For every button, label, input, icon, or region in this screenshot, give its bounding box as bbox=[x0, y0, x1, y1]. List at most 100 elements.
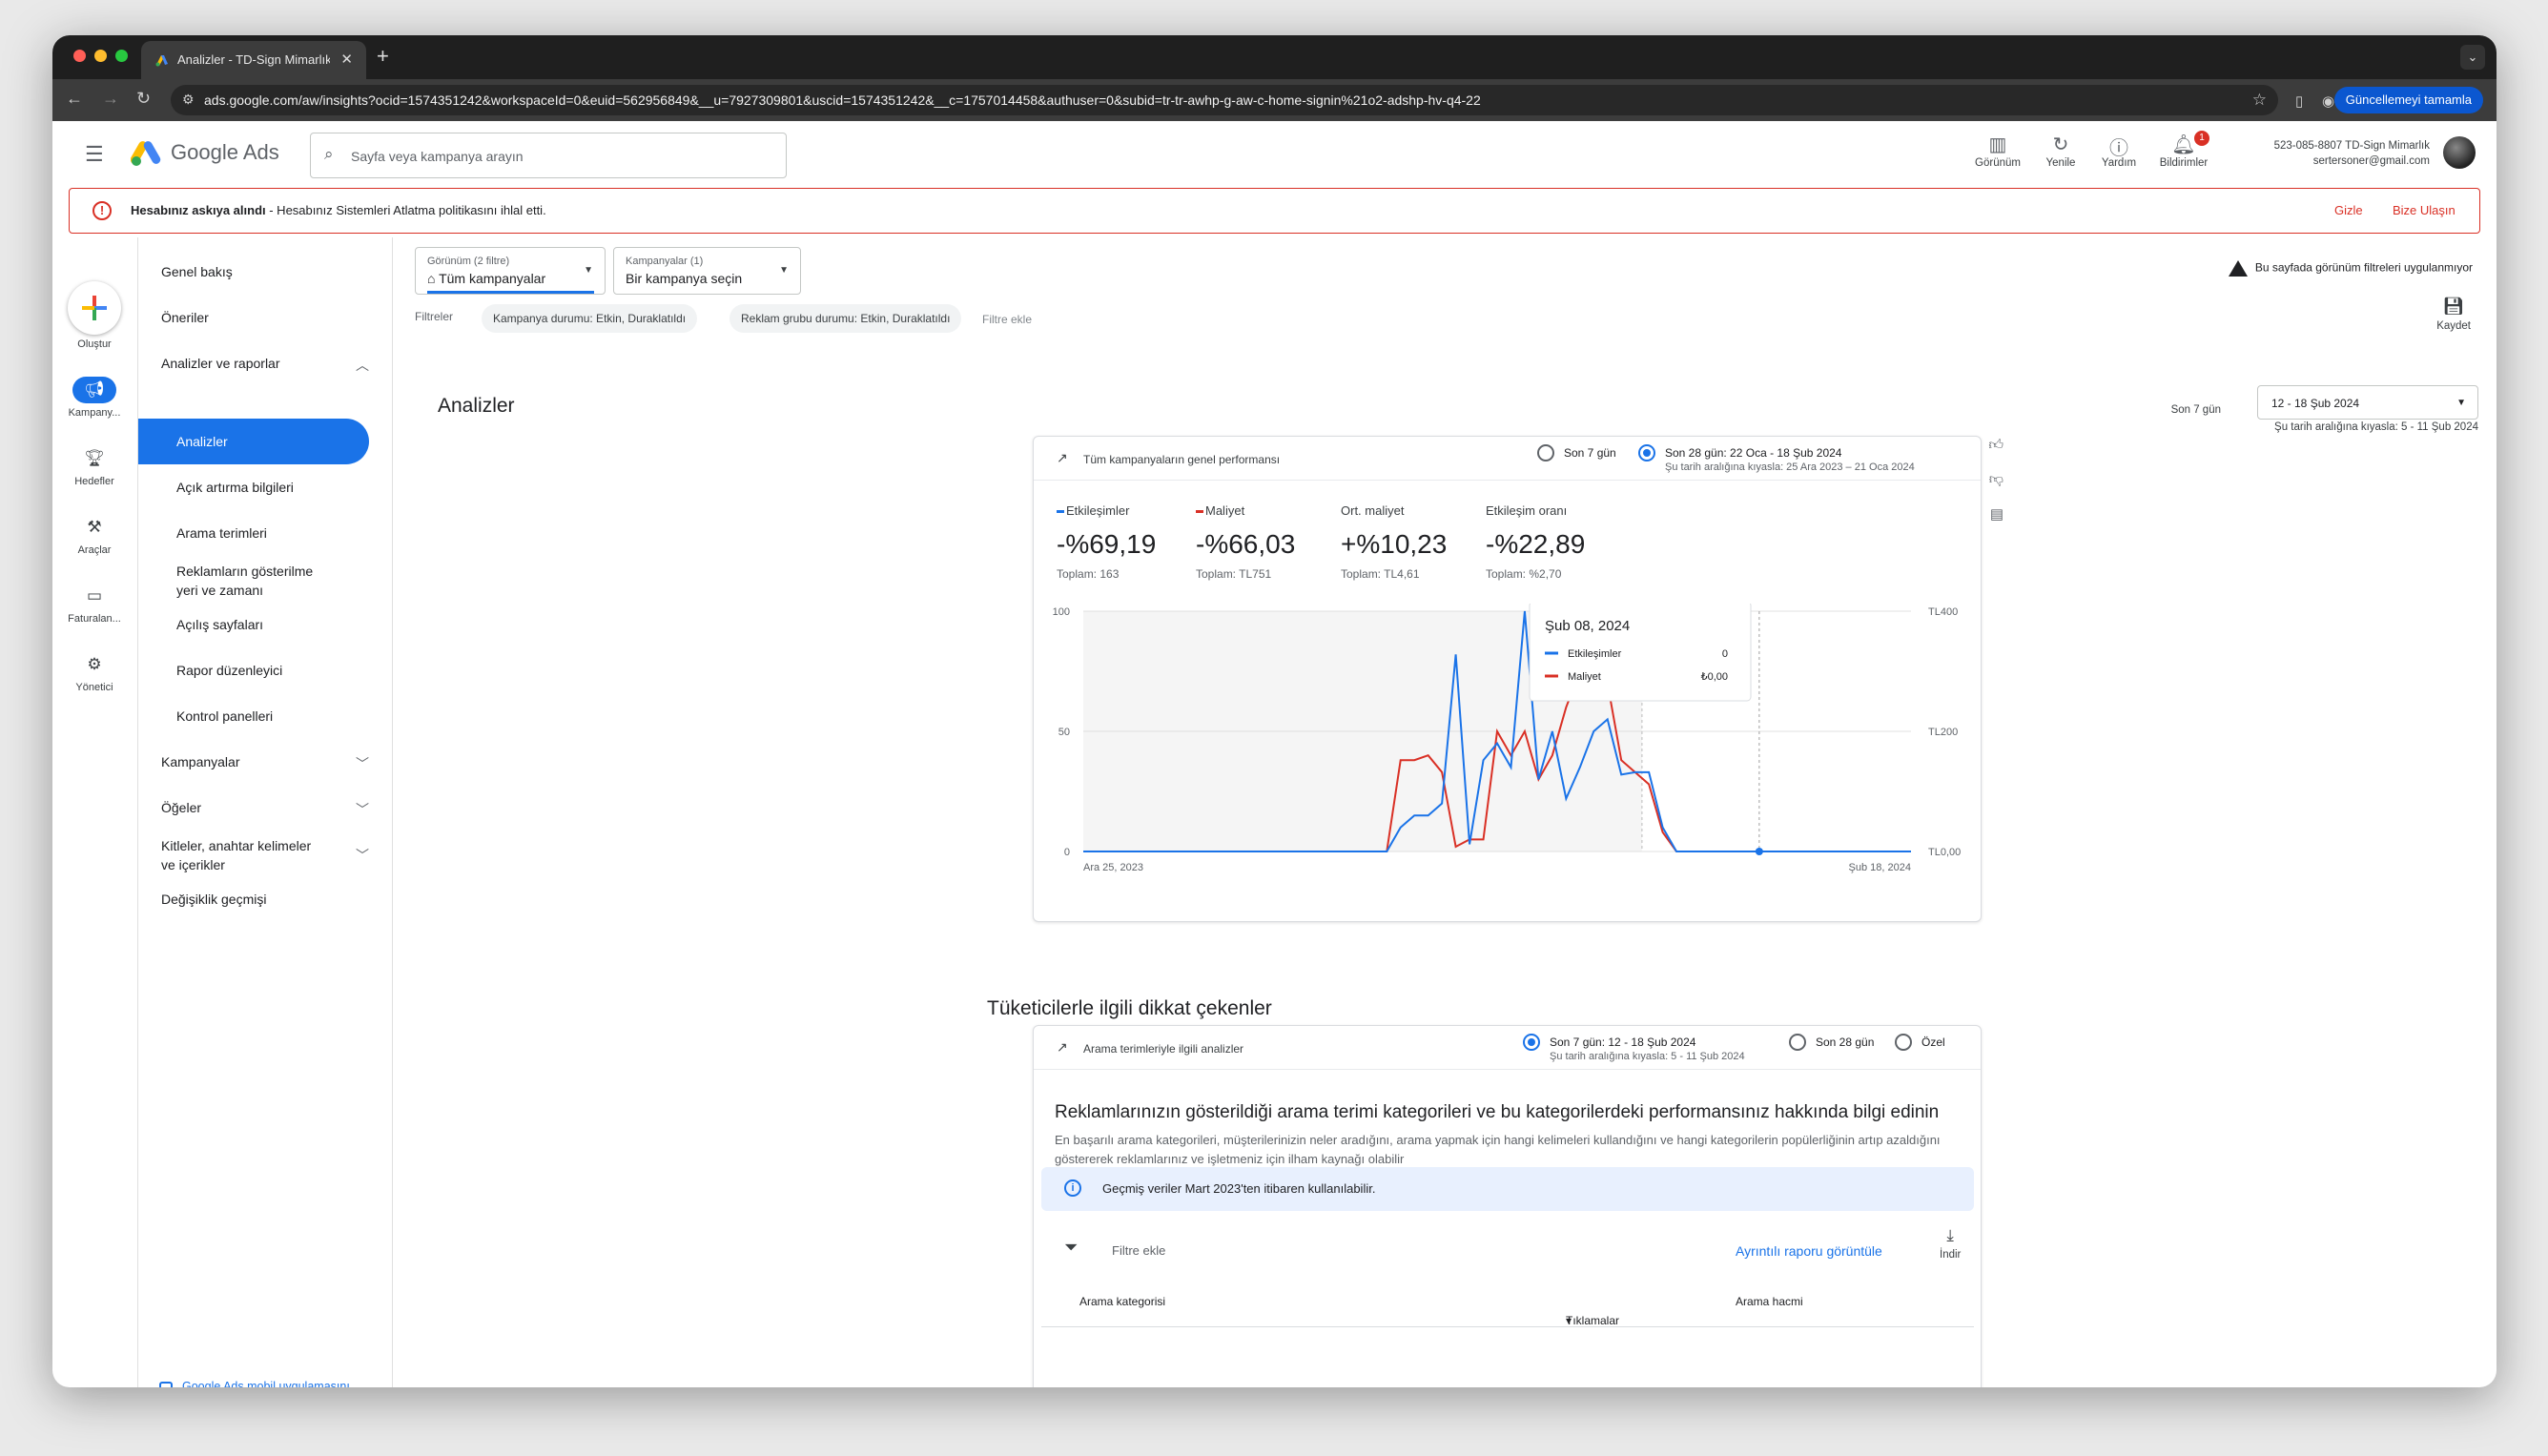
sidepanel-icon[interactable]: ▯ bbox=[2295, 92, 2303, 110]
radio-last-28-days-label: Son 28 gün: 22 Oca - 18 Şub 2024 bbox=[1665, 446, 1842, 460]
download-button[interactable]: ⤓ İndir bbox=[1940, 1226, 1961, 1261]
filter-icon[interactable]: ⏷ bbox=[1064, 1238, 1078, 1258]
radio-custom[interactable] bbox=[1895, 1034, 1912, 1051]
search-input[interactable]: ⌕ Sayfa veya kampanya arayın bbox=[310, 133, 787, 178]
history-info-text: Geçmiş veriler Mart 2023'ten itibaren ku… bbox=[1102, 1181, 1376, 1196]
menu-icon[interactable]: ☰ bbox=[85, 142, 104, 167]
account-info[interactable]: 523-085-8807 TD-Sign Mimarlık sertersone… bbox=[2274, 138, 2430, 169]
create-button[interactable]: Oluştur bbox=[52, 281, 136, 350]
nav-insights[interactable]: Analizler bbox=[138, 419, 369, 464]
performance-chart[interactable]: 100TL40050TL2000TL0,0030/1Ara 25, 2023Şu… bbox=[1034, 604, 1983, 899]
rail-campaigns[interactable]: 📢︎ Kampany... bbox=[52, 377, 136, 419]
nav-landing-pages[interactable]: Açılış sayfaları bbox=[176, 617, 407, 632]
mobile-app-link[interactable]: Google Ads mobil uygulamasını indirin bbox=[159, 1380, 369, 1387]
radio-last-28-days[interactable] bbox=[1789, 1034, 1806, 1051]
window-controls[interactable] bbox=[73, 50, 128, 62]
view-detailed-report-link[interactable]: Ayrıntılı raporu görüntüle bbox=[1736, 1243, 1882, 1259]
nav-search-terms[interactable]: Arama terimleri bbox=[176, 525, 407, 541]
info-icon: i bbox=[1064, 1179, 1081, 1197]
add-filter-button[interactable]: Filtre ekle bbox=[982, 313, 1032, 326]
chart-tooltip-value: 0 bbox=[1722, 648, 1728, 660]
filter-chip-campaign-status[interactable]: Kampanya durumu: Etkin, Duraklatıldı bbox=[482, 304, 698, 333]
update-button[interactable]: Güncellemeyi tamamla bbox=[2333, 87, 2483, 113]
column-clicks-label: Tıklamalar bbox=[1566, 1314, 1620, 1327]
radio-last-7-days[interactable] bbox=[1537, 444, 1554, 461]
metric-interaction-rate[interactable]: Etkileşim oranı -%22,89 Toplam: %2,70 bbox=[1486, 503, 1585, 581]
close-tab-icon[interactable]: ✕ bbox=[340, 51, 353, 68]
date-range-dropdown[interactable]: 12 - 18 Şub 2024 ▼ bbox=[2257, 385, 2478, 420]
nav-auction-insights[interactable]: Açık artırma bilgileri bbox=[176, 480, 407, 495]
feedback-icon[interactable]: ▤ bbox=[1990, 505, 2003, 523]
maximize-window-button[interactable] bbox=[115, 50, 128, 62]
bookmark-star-icon[interactable]: ☆ bbox=[2252, 91, 2267, 110]
avatar[interactable] bbox=[2443, 136, 2476, 169]
google-ads-favicon-icon bbox=[155, 55, 168, 67]
back-icon[interactable]: ← bbox=[66, 89, 83, 109]
google-ads-logo-icon bbox=[131, 141, 161, 166]
nav-campaigns[interactable]: Kampanyalar ﹀ bbox=[161, 754, 369, 771]
metric-total: Toplam: TL751 bbox=[1196, 567, 1272, 581]
site-info-icon[interactable]: ⚙ bbox=[182, 92, 195, 108]
thumbs-down-icon[interactable]: 👎︎ bbox=[1989, 471, 2003, 488]
trending-icon: ↗ bbox=[1057, 1039, 1068, 1055]
contact-us-button[interactable]: Bize Ulaşın bbox=[2393, 203, 2456, 217]
hide-alert-button[interactable]: Gizle bbox=[2334, 203, 2363, 217]
notifications-button[interactable]: 🔔︎ 1 Bildirimler bbox=[2150, 131, 2217, 169]
close-window-button[interactable] bbox=[73, 50, 86, 62]
rail-goals[interactable]: 🏆︎ Hedefler bbox=[52, 445, 136, 487]
metric-name: Ort. maliyet bbox=[1341, 503, 1405, 518]
nav-recommendations[interactable]: Öneriler bbox=[161, 310, 392, 325]
url-bar[interactable]: ⚙ ads.google.com/aw/insights?ocid=157435… bbox=[171, 85, 2278, 115]
profile-icon[interactable]: ◉ bbox=[2322, 92, 2334, 110]
add-filter-button[interactable]: Filtre ekle bbox=[1112, 1243, 1165, 1258]
reload-icon[interactable]: ↻ bbox=[136, 89, 151, 109]
nav-insights-reports[interactable]: Analizler ve raporlar ︿ bbox=[161, 356, 369, 373]
new-tab-icon[interactable]: + bbox=[377, 44, 389, 69]
nav-dashboards[interactable]: Kontrol panelleri bbox=[176, 708, 407, 724]
chevron-down-icon: ﹀ bbox=[356, 802, 369, 817]
appearance-button[interactable]: ▥ Görünüm bbox=[1964, 133, 2031, 169]
forward-icon[interactable]: → bbox=[102, 89, 119, 109]
nav-insights-label: Analizler bbox=[176, 434, 228, 449]
chevron-down-icon: ﹀ bbox=[356, 756, 369, 771]
nav-assets[interactable]: Öğeler ﹀ bbox=[161, 800, 369, 817]
nav-audiences[interactable]: Kitleler, anahtar kelimeler ve içerikler… bbox=[161, 836, 369, 874]
browser-tab[interactable]: Analizler - TD-Sign Mimarlık ✕ bbox=[141, 41, 366, 79]
chart-right-tick: TL400 bbox=[1928, 606, 1958, 618]
rail-admin[interactable]: ⚙ Yönetici bbox=[52, 651, 136, 693]
nav-when-where[interactable]: Reklamların gösterilme yeri ve zamanı bbox=[176, 562, 407, 600]
minimize-window-button[interactable] bbox=[94, 50, 107, 62]
save-button[interactable]: 💾︎ Kaydet bbox=[2436, 297, 2471, 332]
metric-cost[interactable]: Maliyet -%66,03 Toplam: TL751 bbox=[1196, 503, 1295, 581]
alert-title: Hesabınız askıya alındı bbox=[131, 203, 266, 217]
nav-overview[interactable]: Genel bakış bbox=[161, 264, 392, 279]
google-ads-logo[interactable]: Google Ads bbox=[131, 138, 279, 167]
help-button[interactable]: ⓘ Yardım bbox=[2086, 133, 2152, 169]
refresh-button[interactable]: ↻ Yenile bbox=[2027, 133, 2094, 169]
search-insights-heading: Reklamlarınızın gösterildiği arama terim… bbox=[1055, 1102, 1940, 1122]
nav-when-where-line2: yeri ve zamanı bbox=[176, 583, 264, 598]
tab-search-icon[interactable]: ⌄ bbox=[2460, 45, 2485, 70]
nav-change-history[interactable]: Değişiklik geçmişi bbox=[161, 892, 392, 907]
rail-billing[interactable]: ▭ Faturalan... bbox=[52, 583, 136, 625]
radio-last-28-days[interactable] bbox=[1638, 444, 1655, 461]
metric-avg-cost[interactable]: Ort. maliyet +%10,23 Toplam: TL4,61 bbox=[1341, 503, 1447, 581]
view-dropdown[interactable]: Görünüm (2 filtre) ⌂ Tüm kampanyalar ▼ bbox=[415, 247, 606, 295]
nav-report-editor[interactable]: Rapor düzenleyici bbox=[176, 663, 407, 678]
alert-text: - Hesabınız Sistemleri Atlatma politikas… bbox=[265, 203, 546, 217]
filter-warning-text: Bu sayfada görünüm filtreleri uygulanmıy… bbox=[2254, 260, 2473, 275]
thumbs-up-icon[interactable]: 👍︎ bbox=[1988, 437, 2003, 454]
column-search-category[interactable]: Arama kategorisi bbox=[1079, 1295, 1165, 1308]
rail-tools[interactable]: ⚒ Araçlar bbox=[52, 514, 136, 556]
series-swatch bbox=[1057, 510, 1064, 514]
column-search-volume[interactable]: Arama hacmi bbox=[1736, 1295, 1803, 1308]
campaign-dropdown[interactable]: Kampanyalar (1) Bir kampanya seçin ▼ bbox=[613, 247, 801, 295]
filters-label: Filtreler bbox=[415, 310, 454, 323]
chart-right-tick: TL200 bbox=[1928, 727, 1958, 738]
table-header: Arama kategorisi Tıklamalar ▾ Arama hacm… bbox=[1041, 1276, 1974, 1327]
credit-card-icon: ▭ bbox=[86, 586, 103, 605]
radio-last-7-days[interactable] bbox=[1523, 1034, 1540, 1051]
filter-chip-adgroup-status[interactable]: Reklam grubu durumu: Etkin, Duraklatıldı bbox=[729, 304, 962, 333]
rail-billing-label: Faturalan... bbox=[68, 613, 121, 625]
metric-interactions[interactable]: Etkileşimler -%69,19 Toplam: 163 bbox=[1057, 503, 1156, 581]
